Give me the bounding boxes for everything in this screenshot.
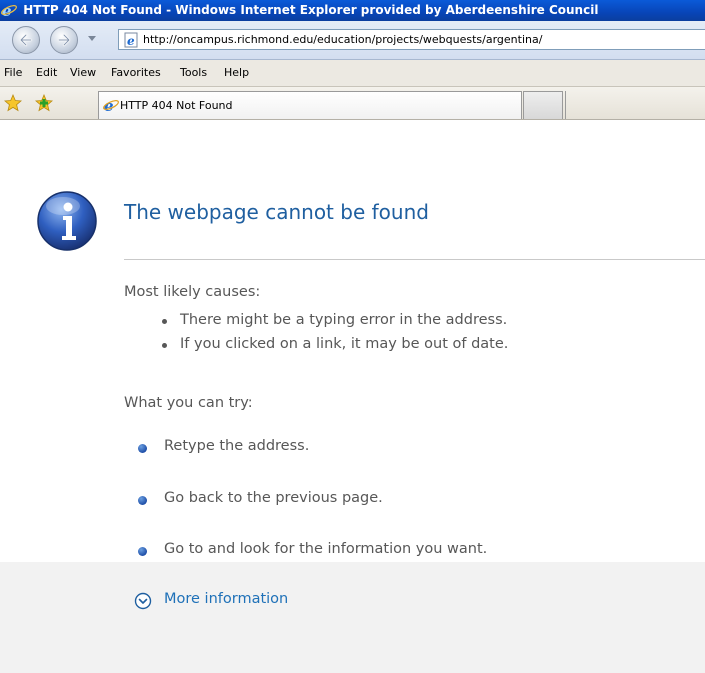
address-bar[interactable]: e bbox=[118, 29, 705, 50]
favorites-star-icon[interactable] bbox=[4, 94, 22, 112]
forward-arrow-icon bbox=[57, 33, 71, 47]
page-title: The webpage cannot be found bbox=[124, 200, 429, 224]
more-info-band bbox=[0, 562, 705, 673]
window-title-bar: e HTTP 404 Not Found - Windows Internet … bbox=[0, 0, 705, 21]
navigation-toolbar: e bbox=[0, 21, 705, 60]
try-item-go-to: Go to and look for the information you w… bbox=[164, 541, 488, 557]
ie-page-icon: e bbox=[124, 32, 138, 48]
forward-button[interactable] bbox=[50, 26, 78, 54]
tab-label: HTTP 404 Not Found bbox=[120, 99, 233, 112]
info-icon bbox=[37, 191, 97, 251]
list-item: There might be a typing error in the add… bbox=[160, 311, 508, 335]
menu-favorites[interactable]: Favorites bbox=[111, 60, 161, 86]
svg-text:e: e bbox=[127, 34, 135, 48]
tab-http-404[interactable]: e HTTP 404 Not Found bbox=[98, 91, 522, 119]
list-item: If you clicked on a link, it may be out … bbox=[160, 335, 508, 359]
try-item-go-back[interactable]: Go back to the previous page. bbox=[164, 490, 383, 506]
bullet-icon bbox=[138, 547, 147, 556]
back-arrow-icon bbox=[19, 33, 33, 47]
window-title: HTTP 404 Not Found - Windows Internet Ex… bbox=[23, 3, 599, 17]
ie-page-icon: e bbox=[103, 97, 119, 113]
history-dropdown-button[interactable] bbox=[88, 36, 96, 41]
address-input[interactable] bbox=[143, 31, 705, 48]
bullet-icon bbox=[138, 496, 147, 505]
causes-list: There might be a typing error in the add… bbox=[160, 311, 508, 359]
back-button[interactable] bbox=[12, 26, 40, 54]
try-item-retype: Retype the address. bbox=[164, 438, 310, 454]
menu-file[interactable]: File bbox=[4, 60, 22, 86]
ie-logo-icon: e bbox=[1, 2, 17, 18]
menu-view[interactable]: View bbox=[70, 60, 96, 86]
menu-bar: File Edit View Favorites Tools Help bbox=[0, 60, 705, 87]
bullet-icon bbox=[138, 444, 147, 453]
menu-tools[interactable]: Tools bbox=[180, 60, 207, 86]
add-favorite-icon[interactable] bbox=[35, 94, 53, 112]
tab-bar: e HTTP 404 Not Found bbox=[0, 87, 705, 120]
causes-label: Most likely causes: bbox=[124, 284, 261, 300]
new-tab-button[interactable] bbox=[523, 91, 563, 119]
try-label: What you can try: bbox=[124, 395, 253, 411]
more-information-label[interactable]: More information bbox=[164, 591, 288, 607]
heading-divider bbox=[124, 259, 705, 260]
expand-chevron-icon bbox=[134, 592, 152, 610]
tab-separator bbox=[565, 91, 566, 119]
menu-help[interactable]: Help bbox=[224, 60, 249, 86]
menu-edit[interactable]: Edit bbox=[36, 60, 57, 86]
